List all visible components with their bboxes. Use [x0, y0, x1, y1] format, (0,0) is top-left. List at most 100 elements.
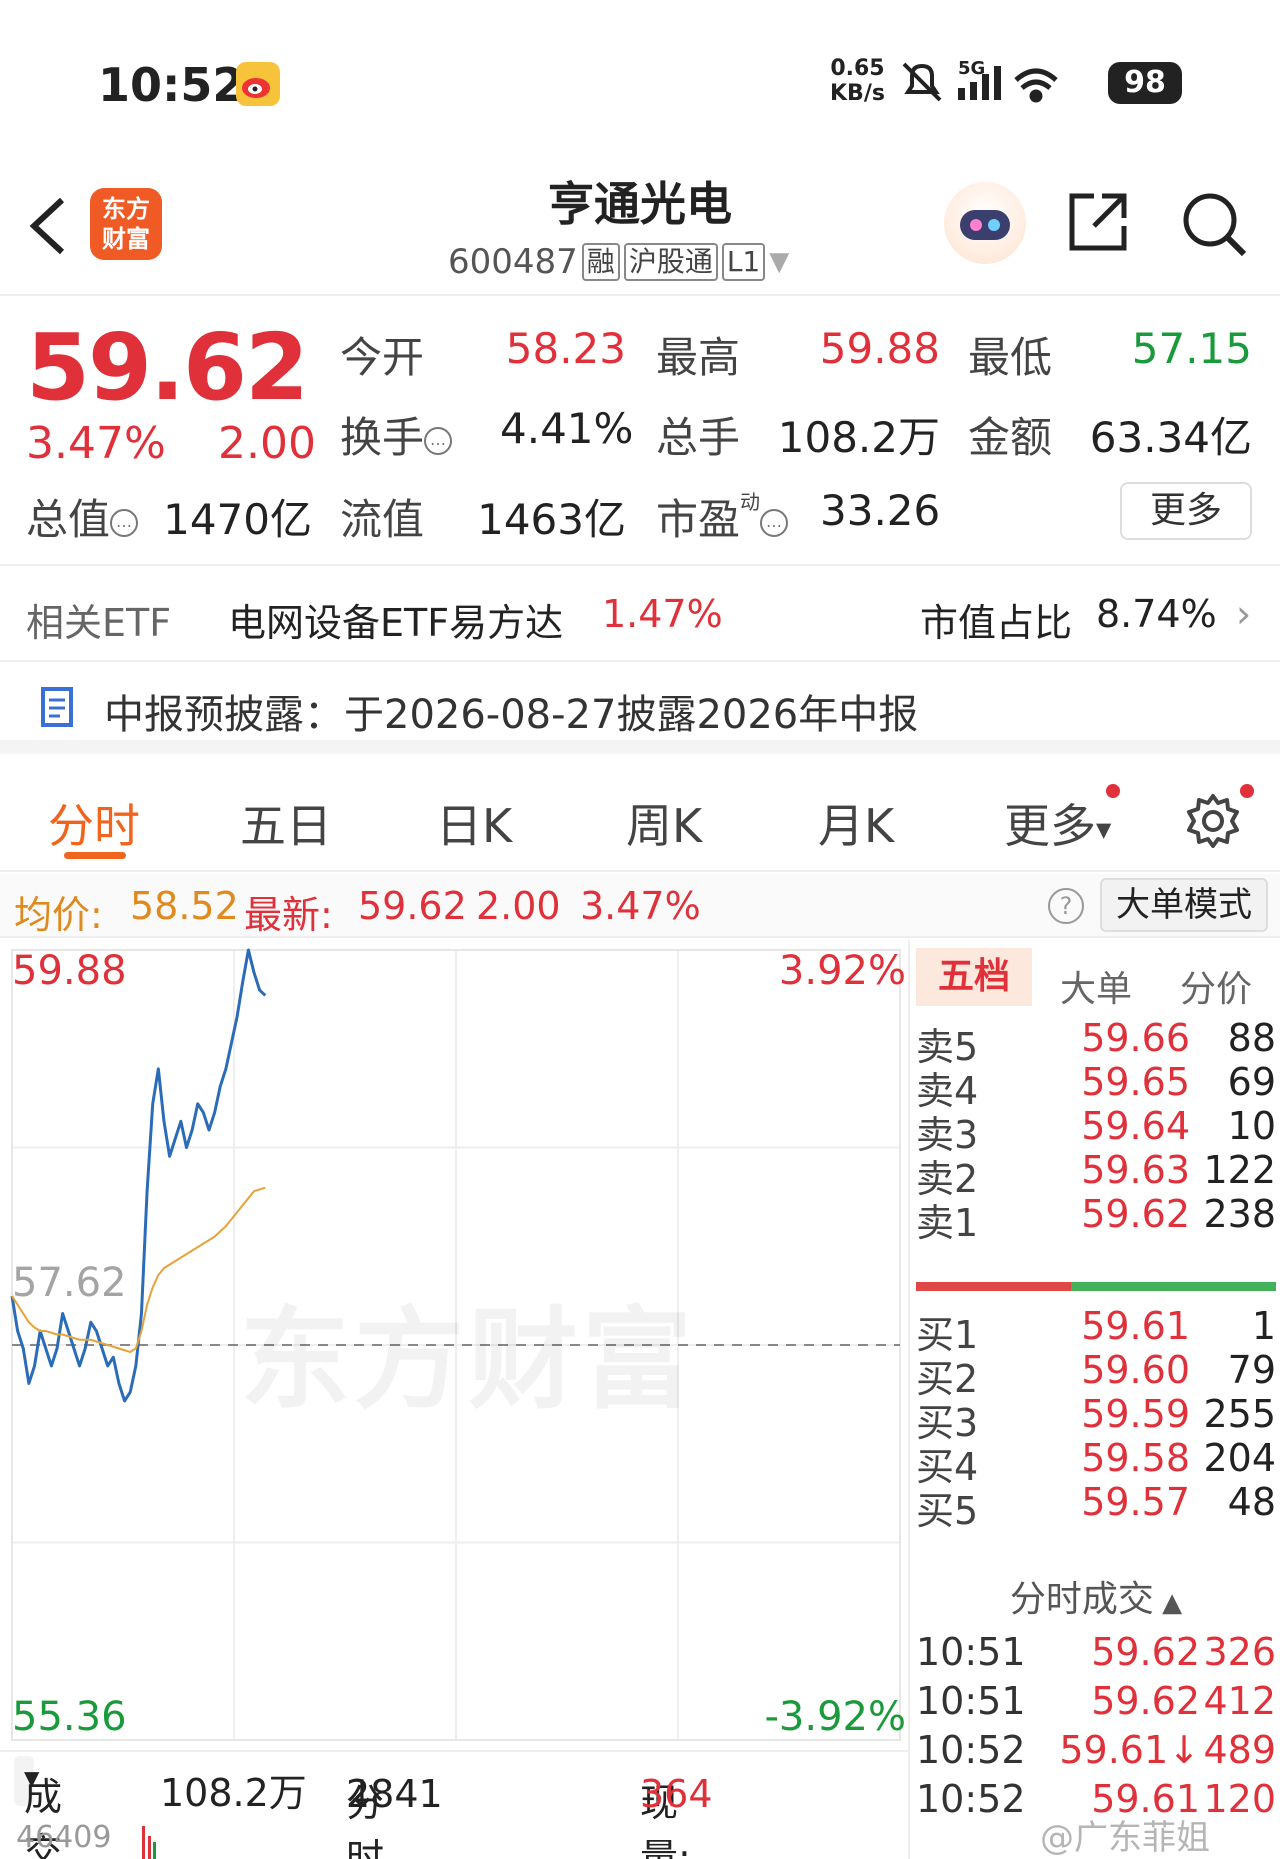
etf-label: 相关ETF: [26, 601, 172, 645]
tick-trades-title[interactable]: 分时成交 ▲: [910, 1570, 1280, 1622]
level-price: 59.64: [1081, 1104, 1190, 1148]
tick-time: 10:52: [916, 1777, 1026, 1821]
y-axis-bottom-pct: -3.92%: [764, 1694, 906, 1740]
latest-change: 2.00: [476, 884, 561, 928]
y-axis-bottom-price: 55.36: [12, 1694, 127, 1740]
latest-label: 最新:: [244, 893, 333, 937]
clock: 10:52: [98, 58, 245, 112]
level-price: 59.65: [1081, 1060, 1190, 1104]
tick-time: 10:51: [916, 1679, 1026, 1723]
float-value: 1463亿: [477, 495, 626, 544]
volume-info-bar: 成交量 ▼ 108.2万 分时量:2841↓ 现量:364: [0, 1750, 908, 1859]
tab-more[interactable]: 更多▼: [1004, 790, 1111, 856]
chevron-right-icon: ›: [1236, 592, 1252, 636]
bell-muted-icon: [902, 62, 942, 102]
watermark-credit: @广东菲姐: [1040, 1818, 1210, 1858]
wifi-icon: [1014, 68, 1058, 103]
level-price: 59.63: [1081, 1148, 1190, 1192]
y-axis-top-pct: 3.92%: [778, 948, 906, 994]
document-icon: [41, 687, 73, 727]
ai-assistant-icon[interactable]: [944, 182, 1026, 264]
level-volume: 204: [1203, 1436, 1276, 1480]
tab-five-levels[interactable]: 五档: [916, 948, 1032, 1006]
tick-trade-row: 10:52 59.61↓ 489: [910, 1728, 1280, 1784]
avg-value: 58.52: [130, 884, 239, 928]
margin-tag: 融: [581, 243, 620, 281]
tab-weekly-k[interactable]: 周K: [626, 790, 702, 856]
intraday-chart[interactable]: 东方财富 59.88 3.92% 57.62 55.36 -3.92%: [0, 940, 908, 1750]
bid-ask-ratio-bar: [916, 1282, 1276, 1291]
level-price: 59.62: [1081, 1192, 1190, 1236]
turnover-label: 换手…: [340, 404, 453, 465]
tick-time: 10:51: [916, 1630, 1026, 1674]
change-percent: 3.47%: [26, 418, 166, 469]
hk-connect-tag: 沪股通: [623, 243, 718, 281]
tick-volume: 120: [1203, 1777, 1276, 1821]
tab-intraday[interactable]: 分时: [48, 790, 140, 856]
tab-five-day[interactable]: 五日: [240, 790, 332, 856]
low-value: 57.15: [1131, 324, 1252, 373]
high-value: 59.88: [819, 324, 940, 373]
volume-value: 108.2万: [777, 413, 940, 462]
status-bar: 10:52 0.65 KB/s 5G 98: [0, 0, 1280, 150]
help-icon[interactable]: ?: [1048, 888, 1084, 924]
etf-pct: 1.47%: [602, 592, 723, 636]
etf-name: 电网设备ETF易方达: [228, 601, 564, 645]
open-label: 今开: [340, 333, 425, 382]
level-price: 59.57: [1081, 1480, 1190, 1524]
bid-level-row[interactable]: 买5 59.57 48: [910, 1480, 1280, 1533]
earnings-notice[interactable]: 中报预披露：于2026-08-27披露2026年中报: [0, 662, 1280, 754]
high-label: 最高: [656, 333, 741, 382]
etf-share-label: 市值占比: [920, 601, 1073, 645]
tick-trade-row: 10:51 59.62 326: [910, 1630, 1280, 1686]
volume-selector[interactable]: 成交量 ▼: [14, 1756, 62, 1859]
big-order-mode-button[interactable]: 大单模式: [1100, 878, 1268, 932]
stock-subtitle[interactable]: 600487 融 沪股通 L1 ▼: [448, 242, 789, 282]
level-volume: 238: [1203, 1192, 1276, 1236]
network-type: 5G: [958, 58, 985, 79]
level-label: 卖1: [916, 1201, 979, 1245]
tab-daily-k[interactable]: 日K: [436, 790, 512, 856]
tab-big-orders[interactable]: 大单: [1060, 960, 1132, 1012]
volume-label: 总手: [656, 413, 741, 462]
dropdown-icon[interactable]: ▼: [769, 247, 789, 277]
tab-monthly-k[interactable]: 月K: [818, 790, 894, 856]
change-amount: 2.00: [218, 418, 316, 469]
tab-price-volume[interactable]: 分价: [1180, 960, 1252, 1012]
active-tab-underline: [64, 852, 126, 859]
tick-volume: 412: [1203, 1679, 1276, 1723]
amount-value: 63.34亿: [1089, 413, 1252, 462]
level-volume: 122: [1203, 1148, 1276, 1192]
level-volume: 69: [1227, 1060, 1276, 1104]
related-etf-row[interactable]: 相关ETF 电网设备ETF易方达 1.47% 市值占比 8.74% ›: [0, 568, 1280, 662]
amount-label: 金额: [968, 413, 1053, 462]
pe-label: 市盈动…: [656, 486, 789, 547]
avg-label: 均价:: [14, 893, 103, 937]
chart-tabs: 分时 五日 日K 周K 月K 更多▼: [0, 768, 1280, 872]
info-icon[interactable]: …: [110, 508, 139, 537]
search-icon[interactable]: [1180, 190, 1248, 262]
more-button[interactable]: 更多: [1120, 482, 1252, 540]
level-price: 59.66: [1081, 1016, 1190, 1060]
settings-gear-icon[interactable]: [1184, 792, 1242, 850]
info-icon[interactable]: …: [760, 508, 789, 537]
level-price: 59.58: [1081, 1436, 1190, 1480]
prev-close-label: 57.62: [12, 1260, 127, 1306]
turnover-value: 4.41%: [500, 404, 634, 453]
ask-level-row[interactable]: 卖1 59.62 238: [910, 1192, 1280, 1245]
tick-price: 59.62: [1091, 1679, 1200, 1723]
latest-value: 59.62: [358, 884, 467, 928]
status-icons: 5G: [900, 58, 1100, 110]
battery-indicator: 98: [1108, 62, 1182, 104]
chart-info-line: 均价: 58.52 最新: 59.62 2.00 3.47% ? 大单模式: [0, 874, 1280, 938]
tick-volume: 489: [1203, 1728, 1276, 1772]
level-price: 59.60: [1081, 1348, 1190, 1392]
level-volume: 79: [1227, 1348, 1276, 1392]
share-icon[interactable]: [1066, 190, 1130, 258]
info-icon[interactable]: …: [424, 426, 453, 455]
last-price: 59.62: [26, 314, 309, 421]
quote-panel: 59.62 3.47% 2.00 今开 58.23 最高 59.88 最低 57…: [0, 296, 1280, 566]
tick-price: 59.61↓: [1059, 1728, 1200, 1772]
level-volume: 48: [1227, 1480, 1276, 1524]
stock-code: 600487: [448, 242, 578, 282]
